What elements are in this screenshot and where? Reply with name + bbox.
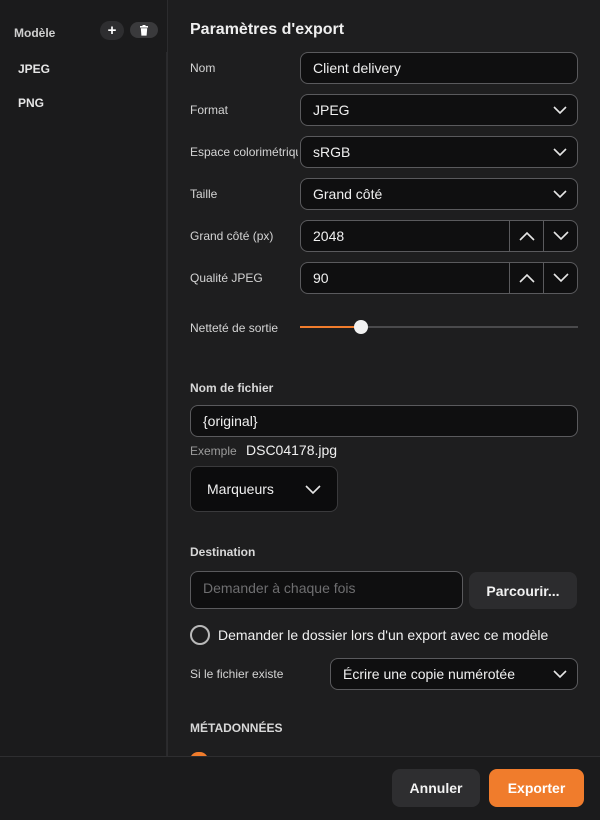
example-value: DSC04178.jpg: [246, 442, 338, 458]
decrement-button[interactable]: [543, 221, 577, 251]
sharpening-slider-handle[interactable]: [354, 320, 368, 334]
metadata-section-title: MÉTADONNÉES: [190, 721, 283, 735]
sidebar-header: Modèle: [14, 26, 56, 40]
cancel-button[interactable]: Annuler: [392, 769, 480, 807]
template-sidebar: Modèle + JPEG PNG: [0, 0, 168, 756]
format-select[interactable]: JPEG: [300, 94, 578, 126]
stepper-controls: [509, 221, 577, 251]
ask-folder-radio[interactable]: [190, 625, 210, 645]
markers-dropdown-button[interactable]: Marqueurs: [190, 466, 338, 512]
delete-template-button[interactable]: [130, 22, 158, 38]
size-value: Grand côté: [313, 186, 383, 202]
increment-button[interactable]: [509, 263, 543, 293]
chevron-down-icon: [552, 231, 569, 241]
decrement-button[interactable]: [543, 263, 577, 293]
filename-section-title: Nom de fichier: [190, 381, 274, 395]
export-button[interactable]: Exporter: [489, 769, 584, 807]
increment-button[interactable]: [509, 221, 543, 251]
long-edge-value: 2048: [313, 228, 345, 244]
colorspace-select[interactable]: sRGB: [300, 136, 578, 168]
chevron-down-icon: [305, 485, 321, 495]
chevron-down-icon: [553, 670, 567, 679]
if-exists-value: Écrire une copie numérotée: [343, 666, 515, 682]
sharpening-slider-fill: [300, 326, 361, 328]
chevron-down-icon: [553, 190, 567, 199]
destination-placeholder: Demander à chaque fois: [203, 580, 356, 596]
add-template-button[interactable]: +: [100, 21, 124, 40]
plus-icon: +: [107, 22, 117, 39]
destination-field[interactable]: Demander à chaque fois: [190, 571, 463, 609]
size-select[interactable]: Grand côté: [300, 178, 578, 210]
sidebar-item-jpeg[interactable]: JPEG: [18, 62, 50, 76]
chevron-down-icon: [553, 106, 567, 115]
page-title: Paramètres d'export: [190, 21, 345, 38]
chevron-up-icon: [518, 231, 535, 241]
quality-value: 90: [313, 270, 329, 286]
quality-label: Qualité JPEG: [190, 271, 263, 285]
chevron-down-icon: [553, 148, 567, 157]
format-value: JPEG: [313, 102, 350, 118]
format-label: Format: [190, 103, 229, 117]
name-value: Client delivery: [313, 60, 401, 76]
example-label: Exemple: [190, 444, 237, 458]
filename-pattern-field[interactable]: {original}: [190, 405, 578, 437]
name-field[interactable]: Client delivery: [300, 52, 578, 84]
long-edge-label: Grand côté (px): [190, 229, 274, 243]
colorspace-value: sRGB: [313, 144, 351, 160]
filename-pattern-value: {original}: [203, 413, 258, 429]
if-exists-select[interactable]: Écrire une copie numérotée: [330, 658, 578, 690]
trash-icon: [140, 24, 148, 36]
chevron-down-icon: [552, 273, 569, 283]
size-label: Taille: [190, 187, 218, 201]
destination-section-title: Destination: [190, 545, 256, 559]
long-edge-stepper[interactable]: 2048: [300, 220, 578, 252]
sidebar-divider: [166, 52, 167, 756]
quality-stepper[interactable]: 90: [300, 262, 578, 294]
markers-label: Marqueurs: [207, 481, 274, 497]
colorspace-label: Espace colorimétrique: [190, 145, 298, 159]
sharpening-label: Netteté de sortie: [190, 321, 279, 335]
name-label: Nom: [190, 61, 216, 75]
if-exists-label: Si le fichier existe: [190, 667, 284, 681]
stepper-controls: [509, 263, 577, 293]
chevron-up-icon: [518, 273, 535, 283]
browse-button[interactable]: Parcourir...: [469, 572, 577, 609]
ask-folder-label[interactable]: Demander le dossier lors d'un export ave…: [218, 627, 548, 643]
sidebar-item-png[interactable]: PNG: [18, 96, 44, 110]
